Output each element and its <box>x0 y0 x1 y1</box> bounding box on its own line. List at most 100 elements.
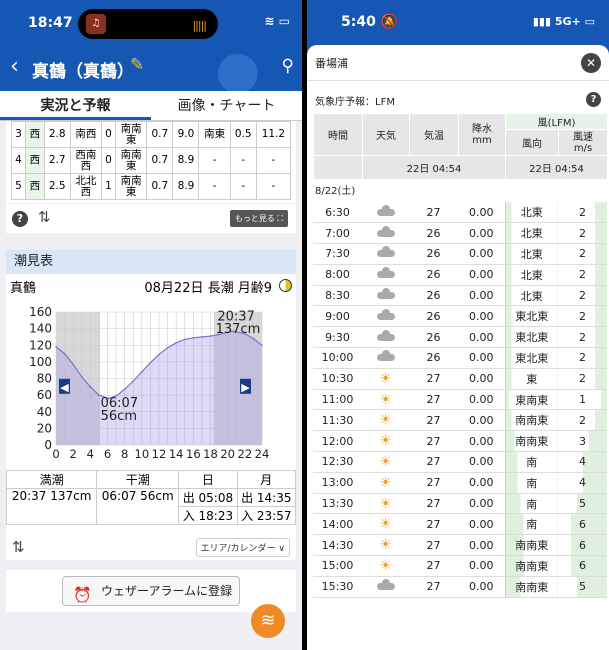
signal-label: 5G+ <box>554 15 581 28</box>
row-wind-speed: 2 <box>558 243 607 265</box>
tide-info: 真鶴 08月22日 長潮 月齢9 <box>6 274 296 296</box>
y-tick-label: 120 <box>29 338 52 352</box>
status-time-text: 5:40 <box>341 14 376 30</box>
tide-date: 08月22日 長潮 月齢9 <box>144 281 272 296</box>
help-icon[interactable]: ? <box>586 92 601 107</box>
tide-place: 真鶴 <box>10 281 37 296</box>
row-wind-dir: 南 <box>504 472 558 494</box>
x-tick-label: 12 <box>152 447 167 461</box>
tide-point <box>55 346 57 348</box>
row-wind-speed: 6 <box>558 513 607 536</box>
row-wind-speed: 1 <box>558 389 607 411</box>
weather-cell: 2.7 <box>43 147 71 174</box>
row-temp: 27 <box>409 493 458 515</box>
weather-cell: 南南 東 <box>115 173 148 200</box>
forecast-row: 14:00 ☀ 27 0.00 南 6 <box>313 513 607 536</box>
y-tick-label: 100 <box>29 355 52 369</box>
row-time: 7:00 <box>313 222 362 245</box>
row-weather <box>362 347 409 369</box>
weather-cell: 西 <box>25 173 45 200</box>
row-weather: ☀ <box>362 430 409 453</box>
tide-point <box>166 346 169 349</box>
forecast-label: 気象庁予報：LFM <box>315 97 395 108</box>
help-icon[interactable]: ? <box>12 211 28 227</box>
row-time: 14:30 <box>313 534 362 557</box>
row-temp: 27 <box>409 389 458 411</box>
forecast-row: 15:00 ☀ 27 0.00 南南東 6 <box>313 555 607 577</box>
row-wind-speed: 2 <box>558 305 607 328</box>
cloud-icon <box>376 246 395 258</box>
weather-cell: 2.8 <box>43 121 71 148</box>
forecast-row: 7:00 26 0.00 北東 2 <box>313 222 607 245</box>
row-wind-dir: 東北東 <box>504 347 558 369</box>
weather-cell: - <box>255 147 292 174</box>
close-icon[interactable]: ✕ <box>581 53 601 73</box>
weather-table-panel: 3 西 2.8 南西 0 南南 東 0.7 9.0 南東 0.5 11.2 4 西 2.7 西南 西 0 南南 … <box>6 121 296 203</box>
wind-fab-button[interactable]: ≋ <box>251 604 285 638</box>
area-calendar-select[interactable]: エリア/カレンダー ∨ <box>195 538 290 557</box>
forecast-row: 6:30 27 0.00 北東 2 <box>313 202 607 224</box>
more-button[interactable]: もっと見る ⛶ <box>229 210 288 227</box>
tide-label: 56cm <box>101 409 137 424</box>
row-wind-speed: 2 <box>558 409 607 432</box>
weather-alarm-button[interactable]: ⏰ ウェザーアラームに登録 <box>62 576 240 606</box>
row-time: 10:30 <box>313 368 362 390</box>
status-time: 18:47 <box>28 15 73 31</box>
row-precip: 0.00 <box>458 347 505 369</box>
x-tick-label: 2 <box>70 447 77 461</box>
weather-cell: 0.7 <box>146 147 174 174</box>
row-weather <box>362 326 409 349</box>
tide-point <box>123 388 126 391</box>
row-time: 8:00 <box>313 264 362 286</box>
row-weather: ☀ <box>362 368 409 390</box>
forecast-rows: 6:30 27 0.00 北東 2 7:00 26 0.00 北東 2 7:30 26 0.00 北東 2 8… <box>313 202 607 598</box>
forecast-row: 14:30 ☀ 27 0.00 南南東 6 <box>313 534 607 557</box>
tide-point <box>158 353 160 356</box>
row-wind-dir: 東南東 <box>504 389 558 411</box>
row-wind-speed: 2 <box>558 285 607 307</box>
tide-table: 満潮 干潮 日 月 20:37 137cm 06:07 56cm 出 05:08… <box>5 470 297 525</box>
tide-point <box>183 338 186 341</box>
row-wind-speed: 2 <box>558 264 607 286</box>
moon-phase-icon <box>279 279 292 292</box>
row-wind-speed: 6 <box>558 534 607 557</box>
row-weather: ☀ <box>362 409 409 432</box>
weather-cell: 北北 西 <box>69 173 103 200</box>
tab-bar: 実況と予報 画像・チャート <box>0 91 302 121</box>
tab-current-forecast[interactable]: 実況と予報 <box>0 91 151 120</box>
weather-controls: ? ⇅ もっと見る ⛶ <box>6 203 296 233</box>
row-temp: 27 <box>409 513 458 536</box>
cloud-icon <box>376 308 395 320</box>
weather-row: 4 西 2.7 西南 西 0 南南 東 0.7 8.9- - - <box>10 147 292 174</box>
x-tick-label: 8 <box>121 447 128 461</box>
weather-cell: 9.0 <box>172 121 200 148</box>
row-time: 9:00 <box>313 305 362 328</box>
sun-icon: ☀ <box>379 537 392 554</box>
row-temp: 26 <box>409 326 458 349</box>
search-icon[interactable]: ⚲ <box>282 56 294 76</box>
back-chevron-icon[interactable]: ‹ <box>10 54 19 79</box>
forecast-row: 8:30 26 0.00 北東 2 <box>313 285 607 307</box>
cloud-icon <box>376 350 395 362</box>
issued-blank <box>313 155 363 180</box>
paperclip-icon[interactable]: ✎ <box>130 55 144 75</box>
row-wind-dir: 南 <box>504 493 558 515</box>
row-time: 12:30 <box>313 451 362 473</box>
weather-cell: 5 <box>10 173 27 200</box>
tide-point <box>252 337 255 340</box>
cloud-icon <box>376 329 395 341</box>
sort-arrows-icon[interactable]: ⇅ <box>12 538 25 556</box>
chevron-left-icon: ◀ <box>60 381 69 394</box>
weather-row: 5 西 2.5 北北 西 1 南南 東 0.7 8.9- - - <box>10 173 292 200</box>
weather-cell: 南南 東 <box>115 147 148 174</box>
sort-arrows-icon[interactable]: ⇅ <box>38 208 51 226</box>
tide-point <box>132 380 135 382</box>
tide-point <box>72 363 74 366</box>
tab-images-charts[interactable]: 画像・チャート <box>151 91 302 120</box>
sun-icon: ☀ <box>379 370 392 387</box>
row-wind-dir: 東北東 <box>504 305 558 328</box>
forecast-row: 11:00 ☀ 27 0.00 東南東 1 <box>313 389 607 411</box>
row-weather: ☀ <box>362 493 409 515</box>
row-weather <box>362 202 409 224</box>
row-precip: 0.00 <box>458 305 505 328</box>
